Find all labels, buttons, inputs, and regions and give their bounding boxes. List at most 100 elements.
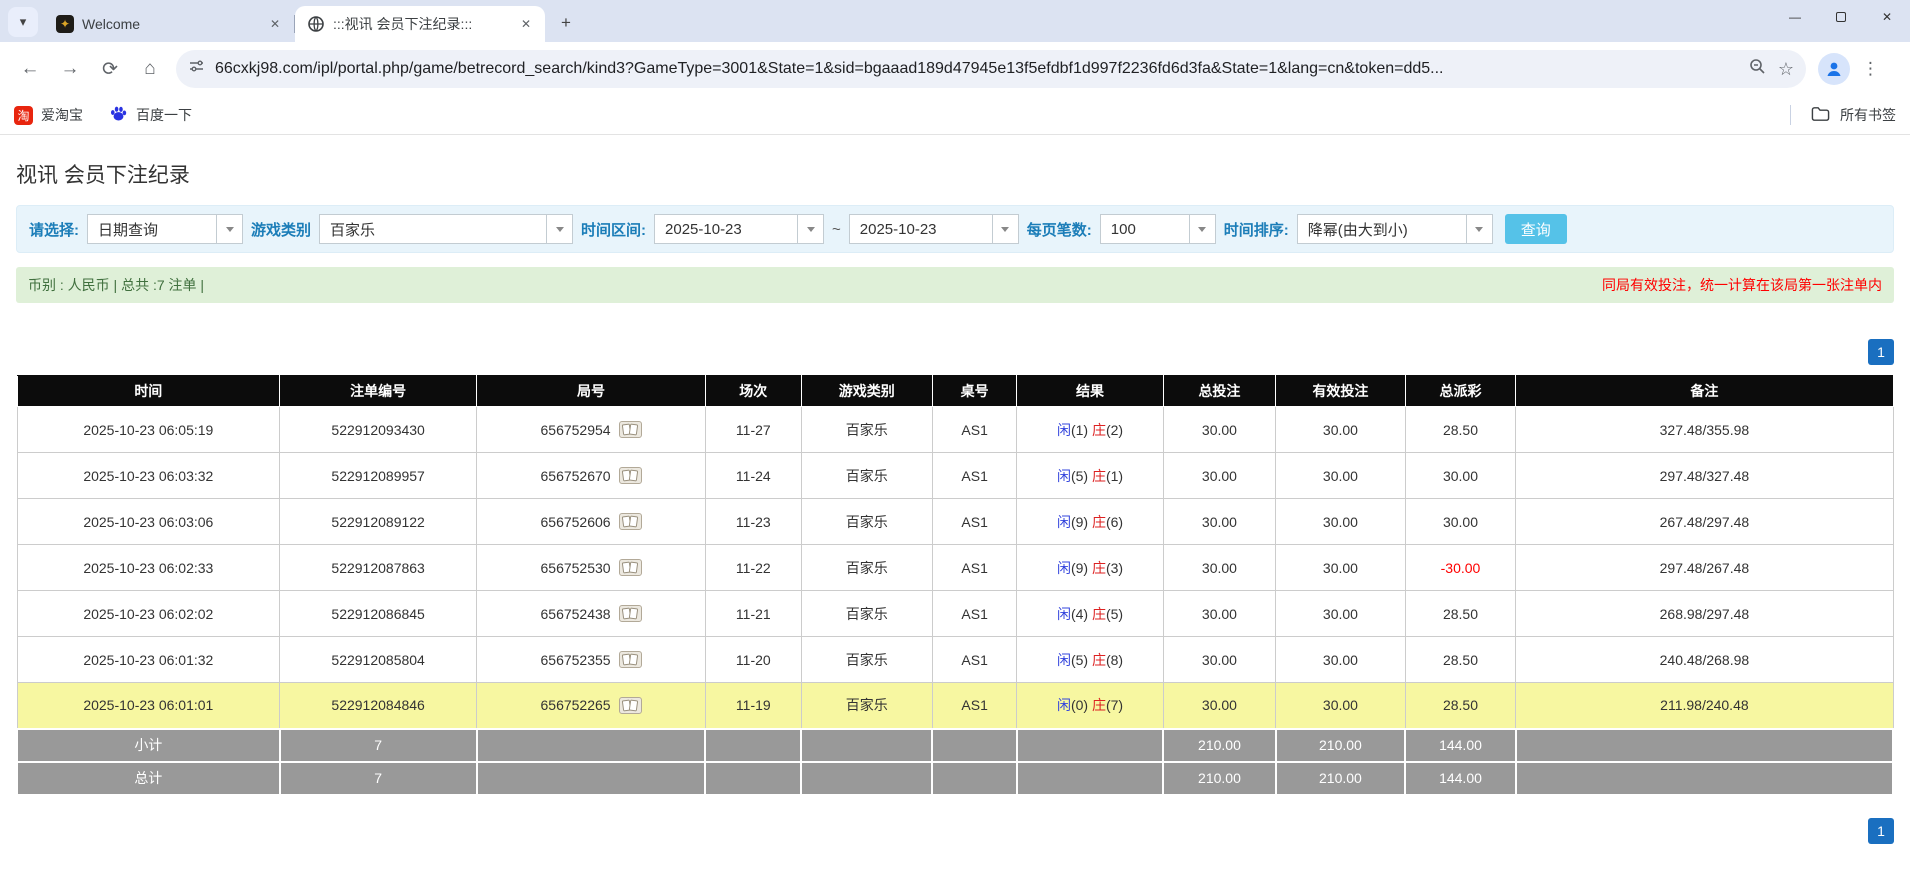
round-detail-cards-icon[interactable] [619,605,642,622]
cell-game-type: 百家乐 [801,591,932,637]
range-separator: ~ [832,221,841,238]
subtotal-payout: 144.00 [1405,729,1516,762]
round-detail-cards-icon[interactable] [619,421,642,438]
cell-note: 240.48/268.98 [1516,637,1893,683]
total-count: 7 [280,762,477,795]
cell-valid-bet: 30.00 [1276,683,1405,729]
page-number-button[interactable]: 1 [1868,339,1894,365]
folder-icon [1811,106,1830,125]
date-to-input[interactable]: 2025-10-23 [849,214,1019,244]
page-size-select[interactable]: 100 [1100,214,1216,244]
header-valid-bet: 有效投注 [1276,376,1405,407]
url-text[interactable]: 66cxkj98.com/ipl/portal.php/game/betreco… [215,60,1741,78]
page-size-label: 每页笔数: [1027,219,1092,240]
minimize-button[interactable]: — [1772,0,1818,34]
round-detail-cards-icon[interactable] [619,559,642,576]
chevron-down-icon[interactable] [216,215,242,243]
cell-table-no: AS1 [932,499,1016,545]
cell-session: 11-19 [705,683,801,729]
bookmark-taobao[interactable]: 淘 爱淘宝 [14,105,83,125]
cell-note: 297.48/267.48 [1516,545,1893,591]
round-detail-cards-icon[interactable] [619,513,642,530]
bookmark-baidu[interactable]: 百度一下 [109,104,192,126]
cell-round-id: 656752355 [477,637,706,683]
round-detail-cards-icon[interactable] [619,651,642,668]
query-type-select[interactable]: 日期查询 [87,214,243,244]
forward-icon[interactable]: → [53,52,87,86]
cell-payout: 28.50 [1405,591,1516,637]
profile-avatar-icon[interactable] [1818,53,1850,85]
cell-session: 11-20 [705,637,801,683]
cell-total-bet[interactable]: 30.00 [1163,545,1276,591]
total-label: 总计 [17,762,280,795]
result-banker-value: (6) [1106,514,1123,530]
tab-betrecord[interactable]: :::视讯 会员下注纪录::: ✕ [295,6,545,42]
tab-close-icon[interactable]: ✕ [266,15,284,33]
cell-result: 闲(5) 庄(8) [1017,637,1163,683]
subtotal-total-bet: 210.00 [1163,729,1276,762]
page-size-value: 100 [1101,215,1189,243]
chevron-down-icon[interactable] [546,215,572,243]
cell-total-bet[interactable]: 30.00 [1163,637,1276,683]
result-player-label: 闲 [1057,468,1071,484]
close-window-button[interactable]: ✕ [1864,0,1910,34]
status-note: 同局有效投注，统一计算在该局第一张注单内 [1602,275,1882,295]
round-id-value: 656752438 [541,606,611,622]
header-session: 场次 [705,376,801,407]
chevron-down-icon[interactable] [1466,215,1492,243]
date-from-input[interactable]: 2025-10-23 [654,214,824,244]
result-player-label: 闲 [1057,560,1071,576]
taobao-icon: 淘 [14,106,33,125]
search-button[interactable]: 查询 [1505,214,1567,244]
round-id-value: 656752265 [541,697,611,713]
tab-close-icon[interactable]: ✕ [517,15,535,33]
zoom-icon[interactable] [1749,58,1766,80]
cell-total-bet[interactable]: 30.00 [1163,453,1276,499]
sort-select[interactable]: 降幂(由大到小) [1297,214,1493,244]
table-row: 2025-10-23 06:02:33 522912087863 6567525… [17,545,1893,591]
new-tab-button[interactable]: + [553,10,579,36]
tab-search-chevron-icon[interactable]: ▾ [8,7,38,37]
result-player-value: (4) [1071,606,1088,622]
bookmark-label: 爱淘宝 [41,105,83,125]
header-time: 时间 [17,376,280,407]
site-info-icon[interactable] [188,58,205,80]
cell-total-bet[interactable]: 30.00 [1163,683,1276,729]
cell-session: 11-21 [705,591,801,637]
cell-time: 2025-10-23 06:03:32 [17,453,280,499]
cell-total-bet[interactable]: 30.00 [1163,407,1276,453]
home-icon[interactable]: ⌂ [133,52,167,86]
bookmark-star-icon[interactable]: ☆ [1778,59,1794,80]
maximize-button[interactable] [1818,0,1864,34]
round-detail-cards-icon[interactable] [619,467,642,484]
cell-time: 2025-10-23 06:03:06 [17,499,280,545]
pagination-top: 1 [16,339,1894,365]
chevron-down-icon[interactable] [797,215,823,243]
round-detail-cards-icon[interactable] [619,697,642,714]
tab-label: Welcome [82,16,258,32]
browser-menu-icon[interactable]: ⋮ [1854,59,1887,79]
url-bar[interactable]: 66cxkj98.com/ipl/portal.php/game/betreco… [176,50,1806,88]
header-note: 备注 [1516,376,1893,407]
cell-result: 闲(5) 庄(1) [1017,453,1163,499]
chevron-down-icon[interactable] [992,215,1018,243]
page-number-button[interactable]: 1 [1868,818,1894,844]
cell-total-bet[interactable]: 30.00 [1163,591,1276,637]
game-type-select[interactable]: 百家乐 [319,214,573,244]
header-result: 结果 [1017,376,1163,407]
window-controls: — ✕ [1772,0,1910,34]
cell-valid-bet: 30.00 [1276,453,1405,499]
reload-icon[interactable]: ⟳ [93,52,127,86]
cell-session: 11-23 [705,499,801,545]
chevron-down-icon[interactable] [1189,215,1215,243]
tab-welcome[interactable]: ✦ Welcome ✕ [44,6,294,42]
result-player-label: 闲 [1057,422,1071,438]
back-icon[interactable]: ← [13,52,47,86]
cell-payout: 28.50 [1405,637,1516,683]
cell-total-bet[interactable]: 30.00 [1163,499,1276,545]
table-row: 2025-10-23 06:02:02 522912086845 6567524… [17,591,1893,637]
round-id-value: 656752530 [541,560,611,576]
all-bookmarks-button[interactable]: 所有书签 [1840,105,1896,125]
cell-result: 闲(1) 庄(2) [1017,407,1163,453]
date-to-value: 2025-10-23 [850,215,992,243]
